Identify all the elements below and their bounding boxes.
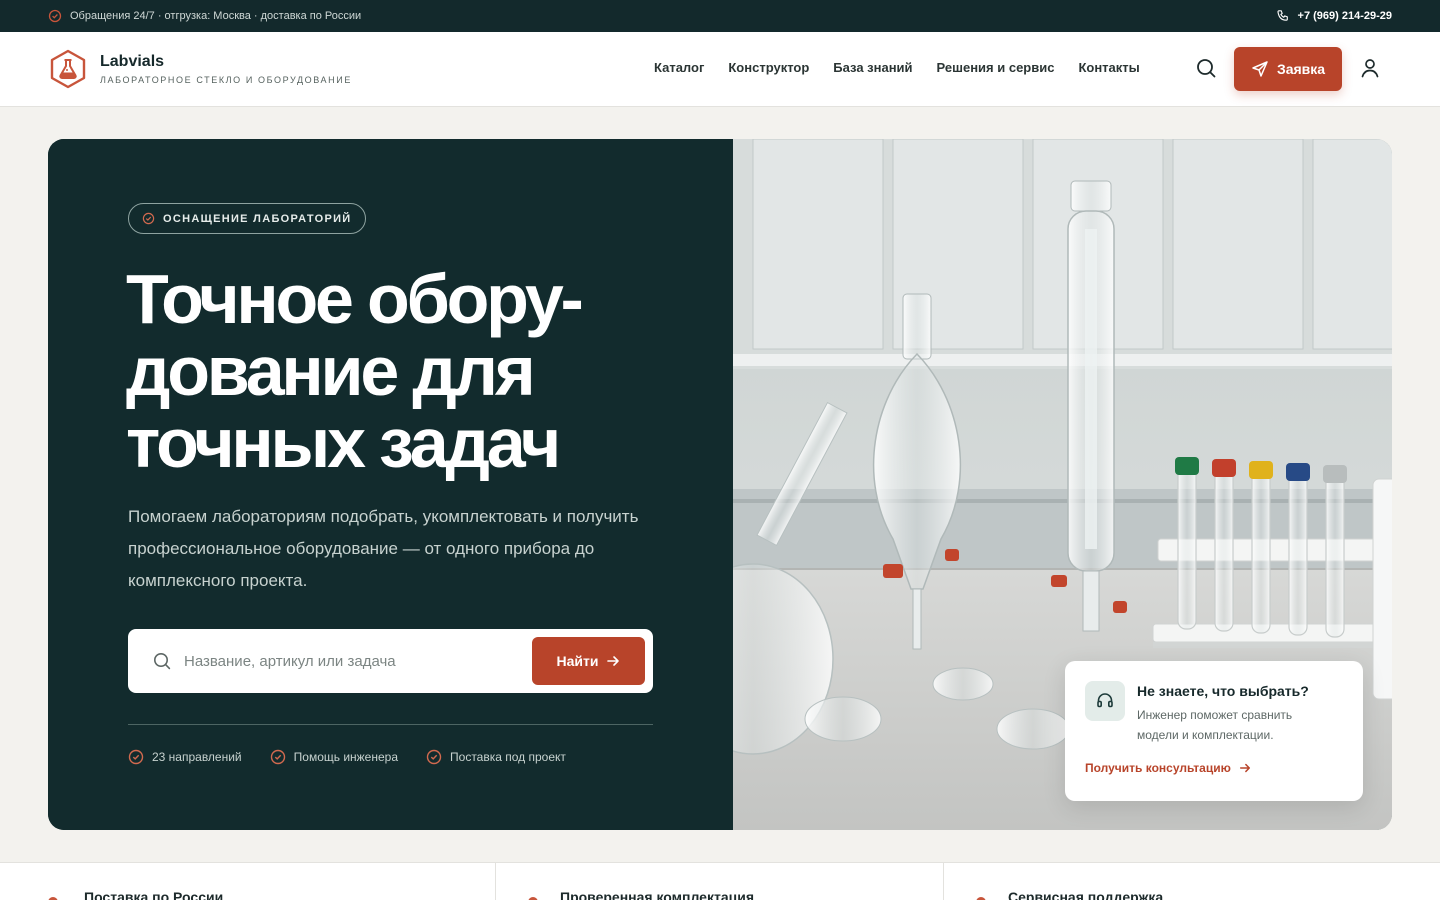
hero-headline: Точное обору- дование для точных задач	[126, 263, 686, 479]
consultation-link-label: Получить консультацию	[1085, 761, 1231, 775]
headset-icon	[1085, 681, 1125, 721]
main-nav: Каталог Конструктор База знаний Решения …	[654, 60, 1140, 75]
hero-photo: Не знаете, что выбрать? Инженер поможет …	[733, 139, 1392, 830]
nav-item-knowledge-base[interactable]: База знаний	[833, 60, 912, 75]
search-input[interactable]	[184, 649, 514, 673]
hero-badge-label: ОСНАЩЕНИЕ ЛАБОРАТОРИЙ	[163, 212, 352, 225]
consultation-text: Инженер поможет сравнить модели и компле…	[1137, 708, 1293, 742]
feature-item: Поставка под проект	[426, 749, 566, 765]
brand-name: Labvials	[100, 53, 165, 70]
flask-logo-icon	[50, 49, 86, 89]
feature-label: Поставка под проект	[450, 750, 566, 764]
service-info-text: Обращения 24/7 · отгрузка: Москва · дост…	[70, 10, 362, 22]
hero-headline-line-2: дование для	[126, 332, 536, 410]
feature-item: Помощь инженера	[270, 749, 398, 765]
feature-label: 23 направлений	[152, 750, 242, 764]
nav-item-constructor[interactable]: Конструктор	[728, 60, 809, 75]
brand-tagline: Лабораторное стекло и оборудование	[100, 75, 352, 85]
hero-badge: ОСНАЩЕНИЕ ЛАБОРАТОРИЙ	[128, 203, 366, 234]
feature-label: Помощь инженера	[293, 750, 399, 764]
hero-headline-line-3: точных задач	[126, 404, 561, 482]
arrow-right-icon	[1239, 763, 1250, 773]
benefit-delivery: Поставка по России	[84, 889, 224, 900]
hero-search: Найти	[128, 629, 653, 693]
consultation-card: Не знаете, что выбрать? Инженер поможет …	[1065, 661, 1363, 801]
phone-number[interactable]: +7 (969) 214-29-29	[1298, 10, 1392, 22]
nav-item-solutions[interactable]: Решения и сервис	[937, 60, 1055, 75]
consultation-title: Не знаете, что выбрать?	[1137, 683, 1309, 699]
site-header: Labvials Лабораторное стекло и оборудова…	[0, 32, 1440, 107]
send-icon	[1252, 61, 1268, 77]
check-circle-icon	[426, 749, 442, 765]
service-info: Обращения 24/7 · отгрузка: Москва · дост…	[48, 9, 361, 23]
benefits-strip: Поставка по России Проверенная комплекта…	[0, 862, 1440, 900]
benefit-support: Сервисная поддержка	[1008, 889, 1164, 900]
check-circle-icon	[270, 749, 285, 765]
hero-section: ОСНАЩЕНИЕ ЛАБОРАТОРИЙ Точное обору- дова…	[48, 139, 1392, 830]
find-button-label: Найти	[556, 653, 599, 669]
check-circle-icon	[128, 749, 144, 765]
top-info-bar: Обращения 24/7 · отгрузка: Москва · дост…	[0, 0, 1440, 32]
brand-logo[interactable]: Labvials Лабораторное стекло и оборудова…	[48, 49, 352, 89]
nav-item-catalog[interactable]: Каталог	[654, 60, 704, 75]
user-icon[interactable]	[1358, 56, 1382, 80]
strip-divider	[943, 863, 944, 900]
find-button[interactable]: Найти	[532, 637, 645, 685]
hero-divider	[128, 724, 653, 725]
hero-lead: Помогаем лабораториям подобрать, укомпле…	[128, 507, 639, 590]
phone-link[interactable]: +7 (969) 214-29-29	[1276, 9, 1392, 23]
hero-features: 23 направлений Помощь инженера Поставка …	[128, 749, 566, 765]
request-button-label: Заявка	[1276, 61, 1326, 77]
hero-headline-line-1: Точное обору-	[126, 260, 584, 338]
benefit-verified: Проверенная комплектация	[560, 889, 754, 900]
check-circle-icon	[142, 212, 155, 225]
request-button[interactable]: Заявка	[1234, 47, 1342, 91]
check-circle-icon	[48, 9, 62, 23]
feature-item: 23 направлений	[128, 749, 242, 765]
strip-divider	[495, 863, 496, 900]
hero-content: ОСНАЩЕНИЕ ЛАБОРАТОРИЙ Точное обору- дова…	[48, 139, 733, 830]
phone-icon	[1276, 10, 1288, 21]
search-icon	[154, 653, 171, 670]
nav-item-contacts[interactable]: Контакты	[1078, 60, 1139, 75]
search-icon[interactable]	[1194, 56, 1218, 80]
consultation-link[interactable]: Получить консультацию	[1085, 761, 1251, 775]
arrow-right-icon	[607, 656, 620, 666]
